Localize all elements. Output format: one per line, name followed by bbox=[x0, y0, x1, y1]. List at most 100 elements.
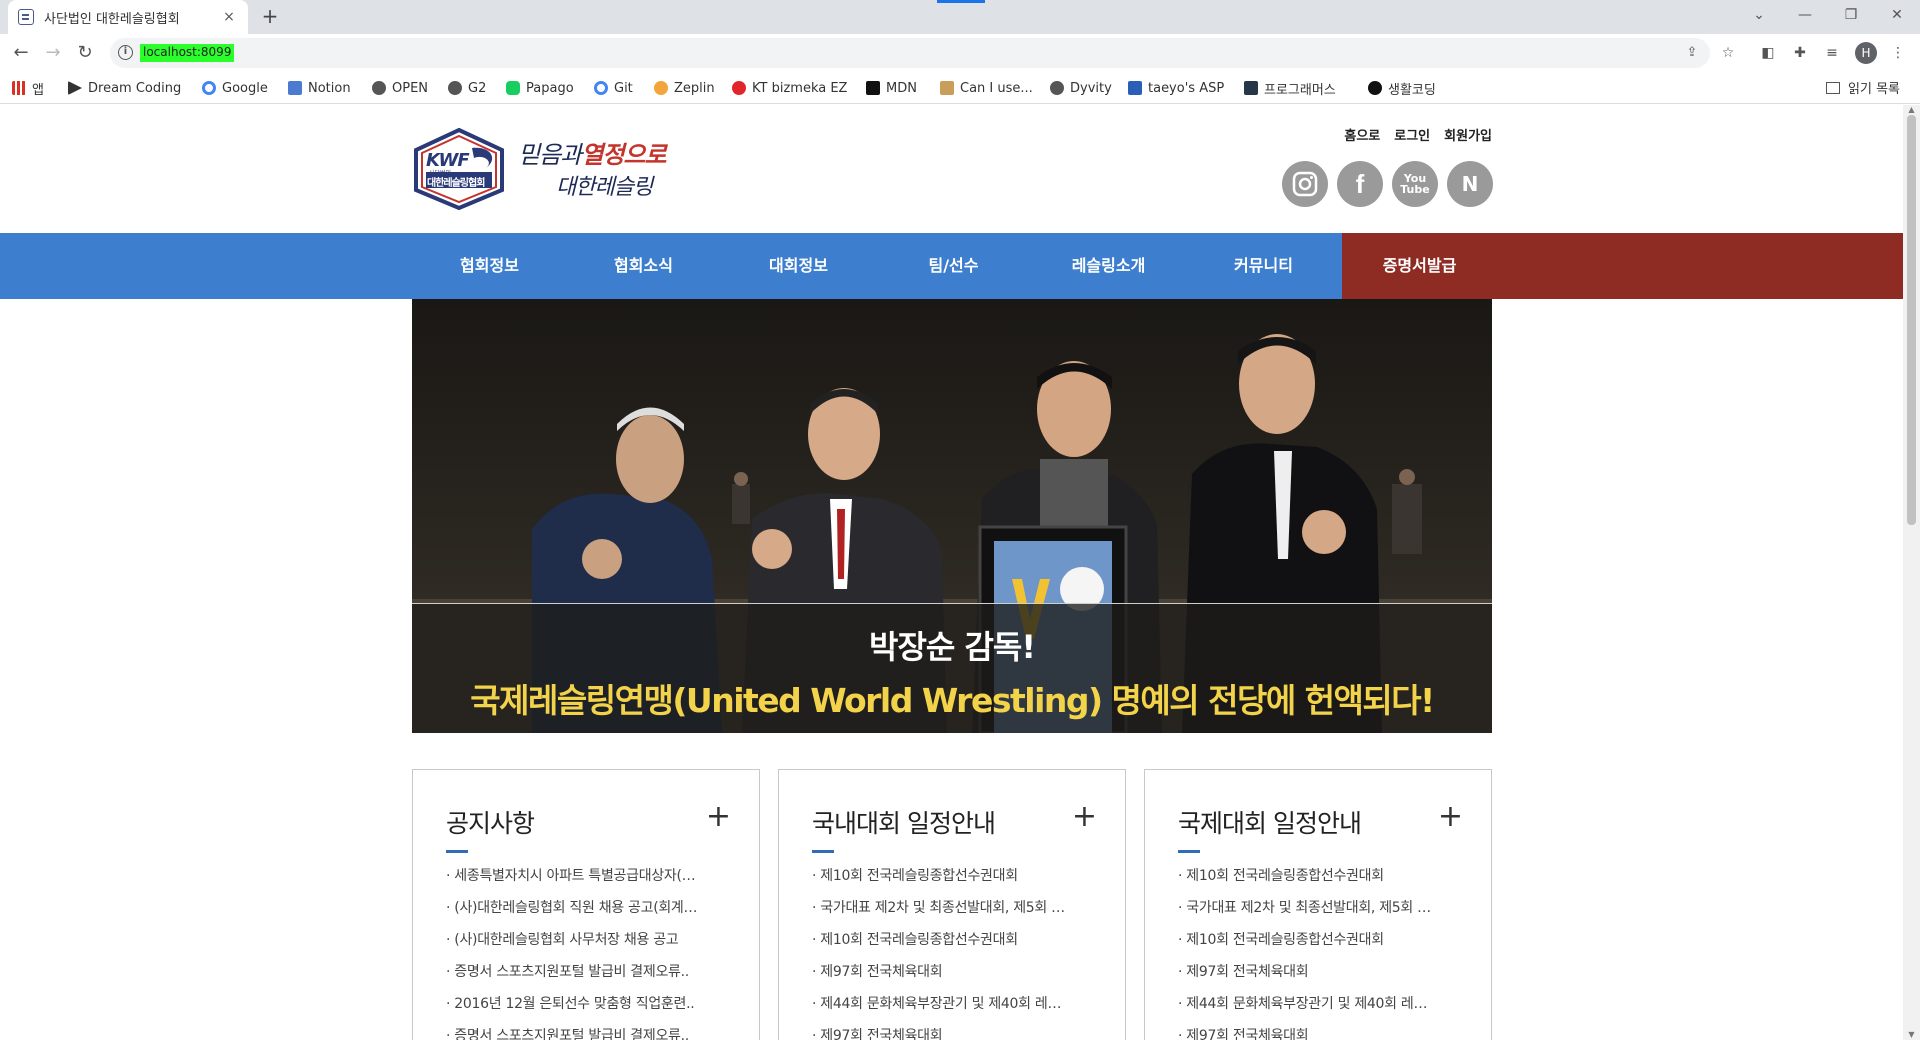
bookmark-dream-coding[interactable]: Dream Coding bbox=[68, 78, 181, 98]
tab-search-icon[interactable]: ⌄ bbox=[1736, 0, 1782, 30]
bookmark-kt-bizmeka[interactable]: KT bizmeka EZ bbox=[732, 78, 847, 98]
bookmark-notion[interactable]: Notion bbox=[288, 78, 351, 98]
youtube-icon[interactable]: You Tube bbox=[1392, 161, 1438, 207]
bookmark-open[interactable]: OPEN bbox=[372, 78, 428, 98]
nav-teams-players[interactable]: 팀/선수 bbox=[876, 233, 1031, 299]
close-window-button[interactable]: ✕ bbox=[1874, 0, 1920, 30]
tab-indicator bbox=[937, 0, 985, 3]
nav-association-news[interactable]: 협회소식 bbox=[566, 233, 721, 299]
apps-grid-icon bbox=[12, 81, 26, 95]
hero-title: 박장순 감독! bbox=[869, 628, 1036, 666]
reload-button[interactable]: ↻ bbox=[74, 43, 96, 65]
nav-certificate[interactable]: 증명서발급 bbox=[1342, 233, 1497, 299]
list-item[interactable]: · 세종특별자치시 아파트 특별공급대상자(… bbox=[446, 860, 734, 892]
nav-community[interactable]: 커뮤니티 bbox=[1186, 233, 1341, 299]
list-item[interactable]: · 증명서 스포츠지원포털 발급비 결제오류.. bbox=[446, 956, 734, 988]
extensions-puzzle-icon[interactable]: ✚ bbox=[1790, 43, 1810, 63]
share-icon[interactable]: ⇪ bbox=[1684, 45, 1700, 61]
slogan: 믿음과열정으로 대한레슬링 bbox=[516, 133, 676, 203]
list-item[interactable]: · (사)대한레슬링협회 사무처장 채용 공고 bbox=[446, 924, 734, 956]
list-item[interactable]: · 2016년 12월 은퇴선수 맞춤형 직업훈련.. bbox=[446, 988, 734, 1020]
bookmarks-bar: 앱 Dream Coding Google Notion OPEN G2 Pap… bbox=[0, 72, 1920, 104]
bookmark-zeplin[interactable]: Zeplin bbox=[654, 78, 715, 98]
domestic-more-icon[interactable]: + bbox=[1072, 802, 1097, 832]
list-item[interactable]: · 제97회 전국체육대회 bbox=[812, 956, 1100, 988]
scrollbar-thumb[interactable] bbox=[1907, 115, 1916, 525]
list-item[interactable]: · 제10회 전국레슬링종합선수권대회 bbox=[812, 860, 1100, 892]
browser-tab-active[interactable]: 사단법인 대한레슬링협회 × bbox=[8, 0, 248, 34]
list-item[interactable]: · 국가대표 제2차 및 최종선발대회, 제5회 … bbox=[1178, 892, 1466, 924]
site-info-icon[interactable]: i bbox=[118, 45, 133, 60]
international-list: · 제10회 전국레슬링종합선수권대회 · 국가대표 제2차 및 최종선발대회,… bbox=[1178, 860, 1466, 1040]
globe-icon bbox=[372, 81, 386, 95]
extension-icon[interactable]: ◧ bbox=[1758, 43, 1778, 63]
signup-link[interactable]: 회원가입 bbox=[1444, 125, 1492, 144]
forward-button[interactable]: → bbox=[42, 43, 64, 65]
home-link[interactable]: 홈으로 bbox=[1344, 125, 1380, 144]
web-page: KWF 사단법인 대한레슬링협회 믿음과열정으로 대한레슬링 홈으로 로그인 회… bbox=[0, 105, 1903, 1040]
nav-competition-info[interactable]: 대회정보 bbox=[721, 233, 876, 299]
menu-kebab-icon[interactable]: ⋮ bbox=[1888, 43, 1908, 63]
bookmark-git[interactable]: Git bbox=[594, 78, 633, 98]
bookmark-papago[interactable]: Papago bbox=[506, 78, 574, 98]
nav-wrestling-intro[interactable]: 레슬링소개 bbox=[1031, 233, 1186, 299]
hero-banner[interactable]: 박장순 감독! 국제레슬링연맹(United World Wrestling) … bbox=[412, 299, 1492, 733]
list-item[interactable]: · 제97회 전국체육대회 bbox=[1178, 1020, 1466, 1040]
new-tab-button[interactable]: + bbox=[258, 5, 282, 29]
notion-icon bbox=[288, 81, 302, 95]
kwf-logo[interactable]: KWF 사단법인 대한레슬링협회 bbox=[412, 127, 506, 211]
list-item[interactable]: · 제10회 전국레슬링종합선수권대회 bbox=[1178, 924, 1466, 956]
reading-list-icon bbox=[1826, 81, 1841, 94]
notice-more-icon[interactable]: + bbox=[706, 802, 731, 832]
list-item[interactable]: · (사)대한레슬링협회 직원 채용 공고(회계… bbox=[446, 892, 734, 924]
list-item[interactable]: · 제97회 전국체육대회 bbox=[1178, 956, 1466, 988]
main-navigation: 협회정보 협회소식 대회정보 팀/선수 레슬링소개 커뮤니티 증명서발급 bbox=[0, 233, 1903, 299]
reading-queue-icon[interactable]: ≡ bbox=[1822, 43, 1842, 63]
international-schedule-board: 국제대회 일정안내 + · 제10회 전국레슬링종합선수권대회 · 국가대표 제… bbox=[1144, 769, 1492, 1040]
minimize-button[interactable]: — bbox=[1782, 0, 1828, 30]
list-item[interactable]: · 제44회 문화체육부장관기 및 제40회 레… bbox=[1178, 988, 1466, 1020]
bookmark-google[interactable]: Google bbox=[202, 78, 268, 98]
hero-subtitle: 국제레슬링연맹(United World Wrestling) 명예의 전당에 … bbox=[470, 681, 1435, 720]
list-item[interactable]: · 국가대표 제2차 및 최종선발대회, 제5회 … bbox=[812, 892, 1100, 924]
nav-association-info[interactable]: 협회정보 bbox=[412, 233, 567, 299]
notice-board-title: 공지사항 bbox=[446, 809, 535, 838]
international-more-icon[interactable]: + bbox=[1438, 802, 1463, 832]
list-item[interactable]: · 제10회 전국레슬링종합선수권대회 bbox=[812, 924, 1100, 956]
reading-list[interactable]: 읽기 목록 bbox=[1826, 78, 1900, 97]
address-bar[interactable]: i localhost:8099 ⇪ bbox=[110, 38, 1710, 68]
bookmark-saenghwal-coding[interactable]: 생활코딩 bbox=[1368, 78, 1436, 98]
page-scrollbar[interactable]: ▲ ▼ bbox=[1903, 105, 1920, 1040]
scroll-up-icon[interactable]: ▲ bbox=[1907, 106, 1916, 114]
login-link[interactable]: 로그인 bbox=[1394, 125, 1430, 144]
bookmark-star-icon[interactable]: ☆ bbox=[1718, 43, 1738, 63]
bookmark-g2[interactable]: G2 bbox=[448, 78, 486, 98]
profile-avatar[interactable]: H bbox=[1855, 42, 1877, 64]
list-item[interactable]: · 제44회 문화체육부장관기 및 제40회 레… bbox=[812, 988, 1100, 1020]
bookmark-dyvity[interactable]: Dyvity bbox=[1050, 78, 1112, 98]
site-favicon-icon bbox=[18, 9, 34, 25]
bookmark-caniuse[interactable]: Can I use... bbox=[940, 78, 1033, 98]
globe-icon bbox=[1050, 81, 1064, 95]
restore-button[interactable]: ❐ bbox=[1828, 0, 1874, 30]
back-button[interactable]: ← bbox=[10, 43, 32, 65]
taeyo-icon bbox=[1128, 81, 1142, 95]
url-text[interactable]: localhost:8099 bbox=[140, 44, 235, 62]
list-item[interactable]: · 제10회 전국레슬링종합선수권대회 bbox=[1178, 860, 1466, 892]
bookmark-mdn[interactable]: MDN bbox=[866, 78, 917, 98]
title-underline bbox=[812, 850, 834, 853]
bookmark-programmers[interactable]: 프로그래머스 bbox=[1244, 78, 1336, 98]
tab-close-icon[interactable]: × bbox=[220, 9, 238, 25]
naver-blog-icon[interactable]: N bbox=[1447, 161, 1493, 207]
domestic-list: · 제10회 전국레슬링종합선수권대회 · 국가대표 제2차 및 최종선발대회,… bbox=[812, 860, 1100, 1040]
bookmark-taeyo[interactable]: taeyo's ASP bbox=[1128, 78, 1224, 98]
caniuse-icon bbox=[940, 81, 954, 95]
scroll-down-icon[interactable]: ▼ bbox=[1907, 1031, 1916, 1039]
bookmark-apps[interactable]: 앱 bbox=[12, 78, 44, 98]
instagram-icon[interactable] bbox=[1282, 161, 1328, 207]
domestic-board-title: 국내대회 일정안내 bbox=[812, 809, 996, 838]
list-item[interactable]: · 제97회 전국체육대회 bbox=[812, 1020, 1100, 1040]
facebook-icon[interactable]: f bbox=[1337, 161, 1383, 207]
dream-coding-icon bbox=[68, 81, 82, 95]
list-item[interactable]: · 증명서 스포츠지원포털 발급비 결제오류.. bbox=[446, 1020, 734, 1040]
